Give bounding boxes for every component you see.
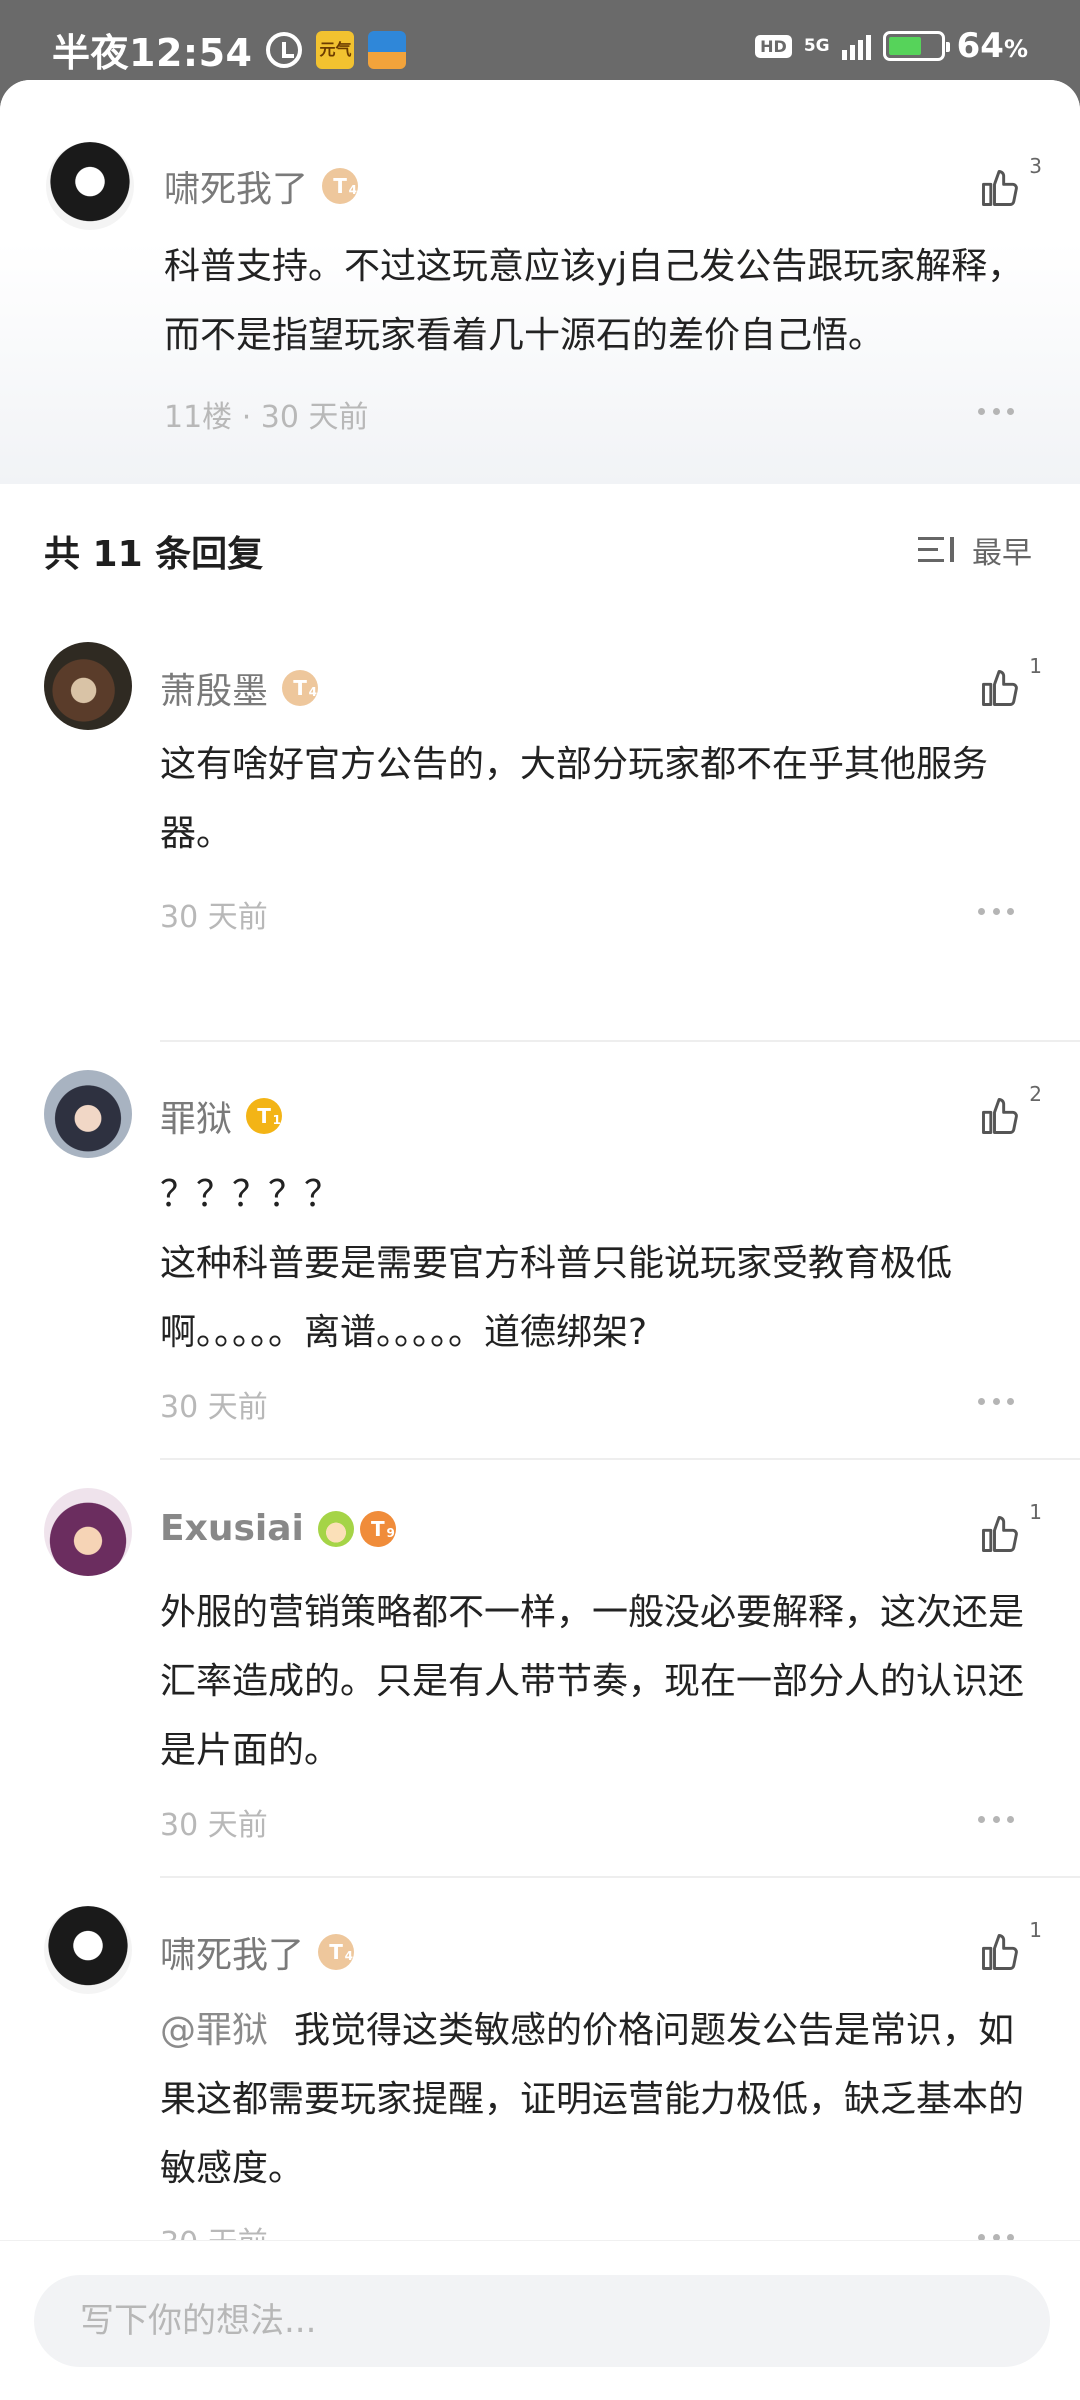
reply-item: 啸死我了 T4 1 @罪狱 我觉得这类敏感的价格问题发公告是常识，如果这都需要玩家… [0, 1878, 1080, 2296]
like-button[interactable]: 1 [978, 1918, 1042, 1980]
composer-bar: 写下你的想法... [0, 2240, 1080, 2400]
avatar[interactable] [46, 142, 134, 230]
comment-text: ？？？？？ 这种科普要是需要官方科普只能说玩家受教育极低啊。。。。。离谱。。。。… [160, 1160, 1024, 1367]
thumbs-up-icon [982, 670, 1018, 706]
level-badge: T1 [246, 1098, 283, 1134]
weather-notification-icon [368, 30, 407, 69]
fan-badge-icon [317, 1510, 354, 1547]
status-bar-right: HD 5G 64% [755, 26, 1028, 66]
parent-comment: 啸死我了 T4 3 科普支持。不过这玩意应该yj自己发公告跟玩家解释，而不是指望… [0, 80, 1080, 484]
level-badge: T4 [318, 1934, 355, 1970]
like-count: 3 [1029, 154, 1042, 178]
signal-icon [841, 32, 871, 60]
comment-meta: 11楼 · 30 天前 [164, 400, 369, 435]
reply-item: 罪狱 T1 2 ？？？？？ 这种科普要是需要官方科普只能说玩家受教育极低啊。。。… [0, 1042, 1080, 1460]
sort-icon [918, 535, 958, 565]
username[interactable]: 啸死我了 T4 [164, 160, 359, 212]
more-options-button[interactable] [978, 1398, 1014, 1408]
reply-item: 萧殷墨 T4 1 这有啥好官方公告的，大部分玩家都不在乎其他服务器。 30 天前 [0, 640, 1080, 1042]
more-options-button[interactable] [978, 908, 1014, 918]
like-count: 2 [1029, 1082, 1042, 1106]
level-badge: T4 [322, 168, 359, 204]
username[interactable]: 萧殷墨 T4 [160, 662, 319, 714]
comment-text: 科普支持。不过这玩意应该yj自己发公告跟玩家解释，而不是指望玩家看着几十源石的差… [164, 246, 1024, 356]
battery-percent: 64% [956, 26, 1028, 66]
comment-text: 这有啥好官方公告的，大部分玩家都不在乎其他服务器。 [160, 744, 989, 854]
like-count: 1 [1029, 1500, 1042, 1524]
hd-icon: HD [755, 34, 792, 58]
avatar[interactable] [44, 1070, 132, 1158]
mention-link[interactable]: @罪狱 [160, 2010, 268, 2051]
comment-text-line: 这种科普要是需要官方科普只能说玩家受教育极低啊。。。。。离谱。。。。。道德绑架? [160, 1243, 953, 1353]
more-options-button[interactable] [978, 408, 1014, 418]
comment-text: 外服的营销策略都不一样，一般没必要解释，这次还是汇率造成的。只是有人带节奏，现在… [160, 1592, 1025, 1771]
comment-input[interactable]: 写下你的想法... [34, 2275, 1050, 2367]
level-badge: T4 [282, 670, 319, 706]
level-badge: T9 [359, 1510, 396, 1547]
network-type: 5G [803, 35, 830, 56]
sort-label: 最早 [972, 536, 1032, 571]
thumbs-up-icon [982, 1516, 1018, 1552]
like-button[interactable]: 3 [978, 154, 1042, 216]
avatar[interactable] [44, 642, 132, 730]
thumbs-up-icon [982, 1098, 1018, 1134]
avatar[interactable] [44, 1488, 132, 1576]
comment-body: 我觉得这类敏感的价格问题发公告是常识，如果这都需要玩家提醒，证明运营能力极低，缺… [160, 2010, 1025, 2189]
like-count: 1 [1029, 654, 1042, 678]
username[interactable]: 啸死我了 T4 [160, 1926, 355, 1978]
comment-text-line: ？？？？？ [160, 1174, 341, 1215]
battery-fill [888, 37, 921, 55]
thumbs-up-icon [982, 1934, 1018, 1970]
avatar[interactable] [44, 1906, 132, 1994]
comment-text: @罪狱 我觉得这类敏感的价格问题发公告是常识，如果这都需要玩家提醒，证明运营能力极… [160, 1996, 1024, 2203]
username[interactable]: Exusiai T9 [160, 1508, 396, 1549]
like-count: 1 [1029, 1918, 1042, 1942]
clock: 半夜12:54 [52, 31, 253, 75]
like-button[interactable]: 1 [978, 1500, 1042, 1562]
comment-time: 30 天前 [160, 1808, 268, 1843]
thumbs-up-icon [982, 170, 1018, 206]
username[interactable]: 罪狱 T1 [160, 1090, 283, 1142]
sort-button[interactable]: 最早 [918, 528, 1032, 572]
app-notification-icon: 元气 [316, 30, 355, 69]
more-options-button[interactable] [978, 1816, 1014, 1826]
comment-time: 30 天前 [160, 900, 268, 935]
comment-sheet: 啸死我了 T4 3 科普支持。不过这玩意应该yj自己发公告跟玩家解释，而不是指望… [0, 80, 1080, 2400]
alarm-icon [266, 31, 303, 68]
replies-count-title: 共 11 条回复 [44, 534, 264, 575]
like-button[interactable]: 1 [978, 654, 1042, 716]
reply-item: Exusiai T9 1 外服的营销策略都不一样，一般没必要解释，这次还是汇率造… [0, 1460, 1080, 1878]
status-bar-left: 半夜12:54 元气 [52, 22, 407, 77]
like-button[interactable]: 2 [978, 1082, 1042, 1144]
comment-time: 30 天前 [160, 1390, 268, 1425]
battery-icon [882, 31, 950, 61]
